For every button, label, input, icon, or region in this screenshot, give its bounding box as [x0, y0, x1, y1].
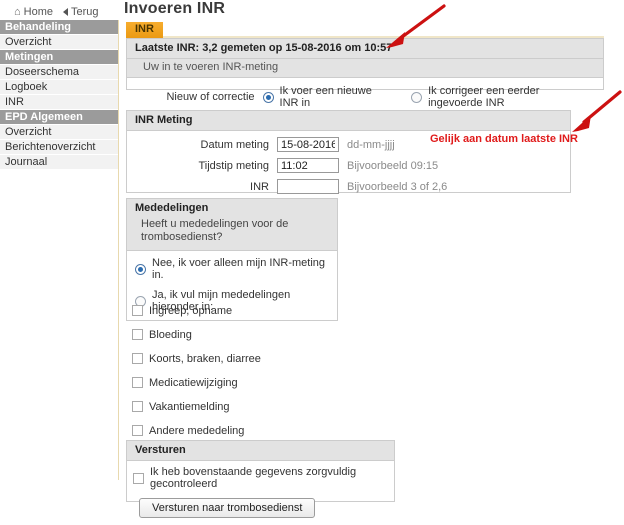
checklist-row-1[interactable]: Bloeding — [132, 328, 382, 341]
checklist-checkbox-0[interactable] — [132, 305, 143, 316]
home-icon: ⌂ — [14, 5, 21, 18]
versturen-panel: Versturen Ik heb bovenstaande gegevens z… — [126, 440, 395, 518]
page-title: Invoeren INR — [124, 0, 226, 17]
checklist-row-5[interactable]: Andere mededeling — [132, 424, 382, 437]
sidebar-list: Behandeling Overzicht Metingen Doseerschema… — [0, 20, 118, 170]
checklist-label-2: Koorts, braken, diarree — [149, 352, 261, 365]
choice-radio-1[interactable] — [411, 91, 423, 103]
versturen-body: Ik heb bovenstaande gegevens zorgvuldig … — [127, 461, 394, 525]
submit-button[interactable]: Versturen naar trombosedienst — [139, 498, 316, 518]
meting-field-hint-0: dd-mm-jjjj — [347, 138, 395, 151]
meting-field-row-1: Tijdstip meting Bijvoorbeeld 09:15 — [135, 158, 562, 173]
new-or-correction-label: Nieuw of correctie — [166, 91, 255, 103]
mededelingen-radio-0[interactable] — [135, 263, 146, 275]
checklist-label-0: Ingreep, opname — [149, 304, 233, 317]
breadcrumb: ⌂ Home Terug — [14, 4, 99, 20]
sidebar-item-overzicht[interactable]: Overzicht — [0, 35, 118, 50]
back-link-label: Terug — [71, 6, 99, 18]
inr-meting-panel: INR Meting Datum meting dd-mm-jjjj Tijdsti… — [126, 110, 571, 194]
mededelingen-option-0[interactable]: Nee, ik voer alleen mijn INR-meting in. — [135, 257, 329, 281]
sidebar-item-epd-algemeen[interactable]: EPD Algemeen — [0, 110, 118, 125]
confirm-label: Ik heb bovenstaande gegevens zorgvuldig … — [150, 466, 357, 490]
sidebar-item-metingen[interactable]: Metingen — [0, 50, 118, 65]
last-inr-panel: Laatste INR: 3,2 gemeten op 15-08-2016 o… — [126, 38, 604, 109]
mededelingen-heading: Mededelingen — [127, 199, 337, 218]
sidebar-divider — [118, 20, 119, 480]
meting-field-label-2: INR — [250, 180, 269, 193]
new-or-correction-options: Ik voer een nieuwe INR in Ik corrigeer ee… — [262, 85, 595, 109]
inr-meting-heading: INR Meting — [127, 111, 570, 131]
checklist-row-2[interactable]: Koorts, braken, diarree — [132, 352, 382, 365]
sidebar-item-doseerschema[interactable]: Doseerschema — [0, 65, 118, 80]
checklist-checkbox-4[interactable] — [132, 401, 143, 412]
confirm-checkbox[interactable] — [133, 472, 144, 484]
sidebar-item-berichtenoverzicht[interactable]: Berichtenoverzicht — [0, 140, 118, 155]
checklist-row-4[interactable]: Vakantiemelding — [132, 400, 382, 413]
checklist-checkbox-3[interactable] — [132, 377, 143, 388]
choice-option-1[interactable]: Ik corrigeer een eerder ingevoerde INR — [411, 85, 595, 109]
checklist-label-1: Bloeding — [149, 328, 192, 341]
checklist-checkbox-1[interactable] — [132, 329, 143, 340]
meting-field-row-2: INR Bijvoorbeeld 3 of 2,6 — [135, 179, 562, 194]
sidebar-item-inr[interactable]: INR — [0, 95, 118, 110]
home-link-label: Home — [23, 6, 53, 18]
checklist-label-4: Vakantiemelding — [149, 400, 230, 413]
meting-field-label-0: Datum meting — [200, 138, 269, 151]
checklist-checkbox-2[interactable] — [132, 353, 143, 364]
tab-inr[interactable]: INR — [126, 22, 163, 38]
choice-radio-label-1: Ik corrigeer een eerder ingevoerde INR — [428, 85, 540, 109]
choice-option-0[interactable]: Ik voer een nieuwe INR in — [262, 85, 390, 109]
checklist-label-5: Andere mededeling — [149, 424, 245, 437]
sidebar: Behandeling Overzicht Metingen Doseerschema… — [0, 20, 119, 480]
sidebar-item-behandeling[interactable]: Behandeling — [0, 20, 118, 35]
home-link[interactable]: ⌂ Home — [14, 6, 53, 18]
sidebar-item-logboek[interactable]: Logboek — [0, 80, 118, 95]
meting-field-input-2[interactable] — [277, 179, 339, 194]
last-inr-heading: Laatste INR: 3,2 gemeten op 15-08-2016 o… — [127, 39, 603, 59]
mededelingen-radio-label-0: Nee, ik voer alleen mijn INR-meting in. — [152, 257, 326, 281]
date-warning-text: Gelijk aan datum laatste INR — [430, 133, 578, 145]
meting-field-input-0[interactable] — [277, 137, 339, 152]
last-inr-subheading: Uw in te voeren INR-meting — [127, 59, 603, 78]
choice-radio-label-0: Ik voer een nieuwe INR in — [279, 85, 372, 109]
back-link[interactable]: Terug — [63, 6, 99, 18]
tab-bar: INR — [126, 22, 604, 38]
confirm-row[interactable]: Ik heb bovenstaande gegevens zorgvuldig … — [133, 466, 386, 490]
new-or-correction-row: Nieuw of correctie Ik voer een nieuwe IN… — [127, 78, 603, 109]
meting-field-hint-2: Bijvoorbeeld 3 of 2,6 — [347, 180, 448, 193]
mededelingen-checklist: Ingreep, opname Bloeding Koorts, braken, d… — [132, 304, 382, 448]
versturen-heading: Versturen — [127, 441, 394, 461]
triangle-left-icon — [63, 8, 68, 16]
meting-field-hint-1: Bijvoorbeeld 09:15 — [347, 159, 439, 172]
choice-radio-0[interactable] — [262, 91, 274, 103]
checklist-row-3[interactable]: Medicatiewijziging — [132, 376, 382, 389]
checklist-row-0[interactable]: Ingreep, opname — [132, 304, 382, 317]
mededelingen-panel: Mededelingen Heeft u mededelingen voor d… — [126, 198, 338, 321]
checklist-checkbox-5[interactable] — [132, 425, 143, 436]
sidebar-item-overzicht[interactable]: Overzicht — [0, 125, 118, 140]
mededelingen-question: Heeft u mededelingen voor de trombosedie… — [127, 218, 337, 251]
sidebar-item-journaal[interactable]: Journaal — [0, 155, 118, 170]
checklist-label-3: Medicatiewijziging — [149, 376, 238, 389]
meting-field-input-1[interactable] — [277, 158, 339, 173]
meting-field-label-1: Tijdstip meting — [198, 159, 269, 172]
